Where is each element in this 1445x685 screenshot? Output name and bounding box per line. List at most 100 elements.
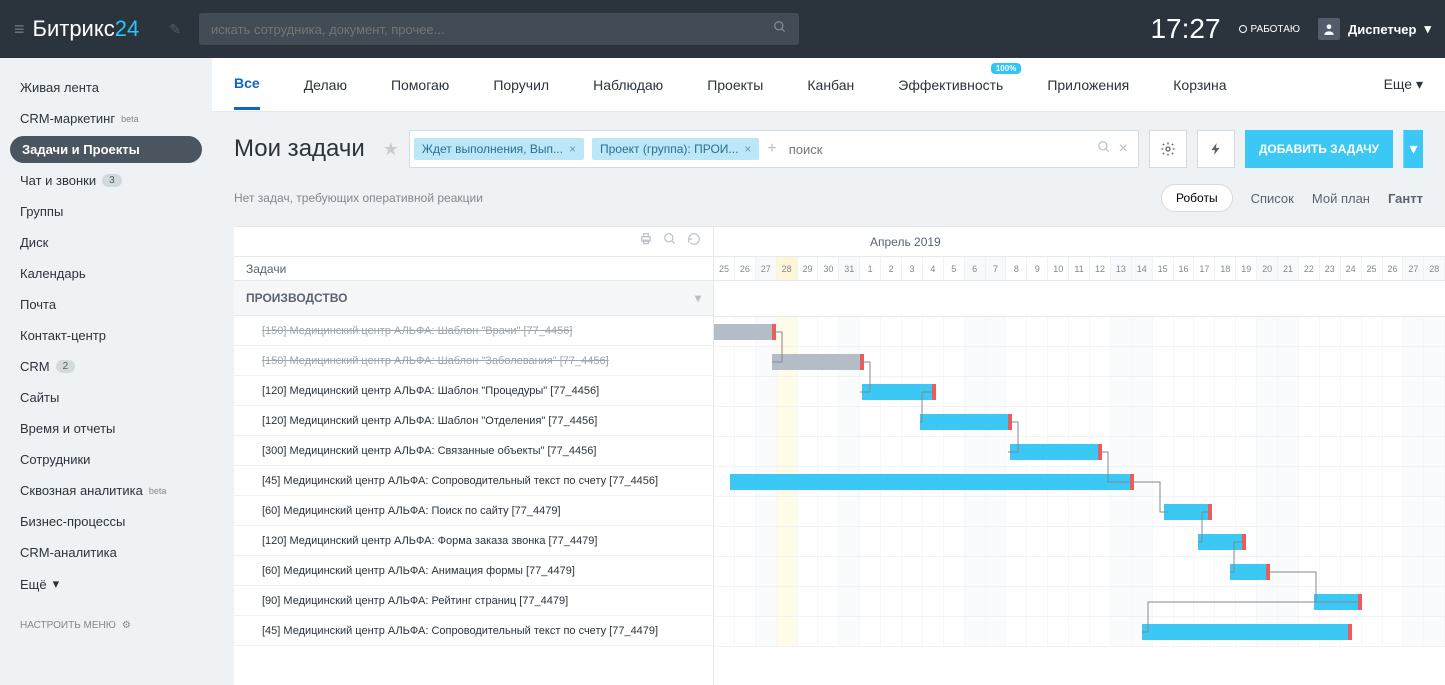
user-menu[interactable]: Диспетчер ▾ (1318, 18, 1431, 40)
gear-button[interactable] (1149, 130, 1187, 168)
task-row[interactable]: [120] Медицинский центр АЛЬФА: Форма зак… (234, 526, 713, 556)
task-row[interactable]: [45] Медицинский центр АЛЬФА: Сопроводит… (234, 466, 713, 496)
task-row[interactable]: [120] Медицинский центр АЛЬФА: Шаблон "О… (234, 406, 713, 436)
sidebar-item[interactable]: Сотрудники (0, 444, 212, 475)
sidebar-item[interactable]: Календарь (0, 258, 212, 289)
sidebar-item[interactable]: Группы (0, 196, 212, 227)
task-row[interactable]: [300] Медицинский центр АЛЬФА: Связанные… (234, 436, 713, 466)
gantt-bar[interactable] (772, 354, 860, 370)
day-cell: 14 (1132, 257, 1153, 280)
pencil-icon[interactable]: ✎ (169, 21, 181, 38)
day-header: 2526272829303112345678910111213141516171… (714, 257, 1445, 281)
bar-deadline-icon (1208, 504, 1212, 520)
day-cell: 3 (902, 257, 923, 280)
topnav-item[interactable]: Корзина (1173, 61, 1226, 109)
star-icon[interactable]: ★ (383, 139, 399, 160)
sidebar-item[interactable]: Диск (0, 227, 212, 258)
sidebar-item[interactable]: CRM-аналитика (0, 537, 212, 568)
topnav-item[interactable]: Эффективность100% (898, 61, 1003, 109)
day-cell: 4 (923, 257, 944, 280)
menu-toggle-icon[interactable]: ≡ (14, 19, 25, 40)
gantt-bar[interactable] (730, 474, 1130, 490)
day-cell: 12 (1090, 257, 1111, 280)
sidebar-item[interactable]: Живая лента (0, 72, 212, 103)
logo[interactable]: Битрикс24 (33, 16, 140, 42)
view-myplan[interactable]: Мой план (1312, 191, 1370, 206)
task-group-header[interactable]: ПРОИЗВОДСТВО▾ (234, 281, 713, 316)
sidebar-item[interactable]: Почта (0, 289, 212, 320)
filter-bar[interactable]: Ждет выполнения, Вып...× Проект (группа)… (409, 130, 1139, 168)
sub-bar: Нет задач, требующих оперативной реакции… (212, 180, 1445, 226)
gantt-bar[interactable] (862, 384, 932, 400)
sidebar-item[interactable]: Время и отчеты (0, 413, 212, 444)
topnav-item[interactable]: Наблюдаю (593, 61, 663, 109)
search-icon[interactable] (773, 20, 787, 39)
global-search[interactable] (199, 13, 799, 45)
sidebar-item[interactable]: Контакт-центр (0, 320, 212, 351)
sidebar-item[interactable]: Задачи и Проекты (10, 136, 202, 163)
gantt-bar[interactable] (1314, 594, 1358, 610)
day-cell: 22 (1299, 257, 1320, 280)
sidebar-item[interactable]: Ещё ▾ (0, 568, 212, 600)
day-cell: 6 (965, 257, 986, 280)
top-header: ≡ Битрикс24 ✎ 17:27 РАБОТАЮ Диспетчер ▾ (0, 0, 1445, 58)
topnav-item[interactable]: Приложения (1047, 61, 1129, 109)
gantt-bar[interactable] (920, 414, 1008, 430)
robots-button[interactable]: Роботы (1161, 184, 1233, 212)
day-cell: 25 (714, 257, 735, 280)
view-gantt[interactable]: Гантт (1388, 191, 1423, 206)
refresh-icon[interactable] (687, 232, 701, 251)
sidebar-item[interactable]: Чат и звонки3 (0, 165, 212, 196)
search-icon[interactable] (1097, 140, 1111, 159)
search-input[interactable] (211, 22, 773, 37)
gantt-bar[interactable] (1230, 564, 1266, 580)
gantt-bar[interactable] (1164, 504, 1208, 520)
task-row[interactable]: [150] Медицинский центр АЛЬФА: Шаблон "З… (234, 346, 713, 376)
topnav-item[interactable]: Канбан (807, 61, 854, 109)
add-filter-icon[interactable]: + (763, 140, 780, 158)
clear-icon[interactable]: × (1119, 140, 1128, 158)
bar-deadline-icon (1358, 594, 1362, 610)
topnav-item[interactable]: Проекты (707, 61, 763, 109)
view-list[interactable]: Список (1251, 191, 1294, 206)
gantt-bar[interactable] (714, 324, 772, 340)
sidebar-item[interactable]: Сквозная аналитикаbeta (0, 475, 212, 506)
filter-chip-project[interactable]: Проект (группа): ПРОИ...× (592, 138, 759, 160)
day-cell: 15 (1153, 257, 1174, 280)
close-icon[interactable]: × (569, 142, 576, 156)
day-cell: 21 (1278, 257, 1299, 280)
filter-chip-status[interactable]: Ждет выполнения, Вып...× (414, 138, 584, 160)
topnav-item[interactable]: Помогаю (391, 61, 449, 109)
print-icon[interactable] (639, 232, 653, 251)
day-cell: 7 (986, 257, 1007, 280)
sidebar-item[interactable]: CRM-маркетингbeta (0, 103, 212, 134)
gantt-bar[interactable] (1142, 624, 1348, 640)
sidebar-item[interactable]: Бизнес-процессы (0, 506, 212, 537)
configure-menu[interactable]: НАСТРОИТЬ МЕНЮ ⚙ (0, 600, 212, 631)
zoom-icon[interactable] (663, 232, 677, 251)
close-icon[interactable]: × (744, 142, 751, 156)
filter-search-input[interactable] (781, 142, 1087, 157)
topnav-item[interactable]: Делаю (304, 61, 347, 109)
topnav-item[interactable]: Поручил (493, 61, 549, 109)
gantt-bar[interactable] (1198, 534, 1242, 550)
add-task-button[interactable]: ДОБАВИТЬ ЗАДАЧУ (1245, 130, 1393, 168)
bar-deadline-icon (1098, 444, 1102, 460)
sidebar-item[interactable]: CRM2 (0, 351, 212, 382)
task-row[interactable]: [45] Медицинский центр АЛЬФА: Сопроводит… (234, 616, 713, 646)
topnav-more[interactable]: Еще ▾ (1384, 60, 1423, 109)
gantt-timeline[interactable]: Апрель 2019 2526272829303112345678910111… (714, 227, 1445, 685)
task-row[interactable]: [90] Медицинский центр АЛЬФА: Рейтинг ст… (234, 586, 713, 616)
bolt-button[interactable] (1197, 130, 1235, 168)
work-status[interactable]: РАБОТАЮ (1239, 24, 1300, 35)
task-row[interactable]: [120] Медицинский центр АЛЬФА: Шаблон "П… (234, 376, 713, 406)
task-row[interactable]: [60] Медицинский центр АЛЬФА: Анимация ф… (234, 556, 713, 586)
task-row[interactable]: [150] Медицинский центр АЛЬФА: Шаблон "В… (234, 316, 713, 346)
header-right: 17:27 РАБОТАЮ Диспетчер ▾ (1150, 13, 1431, 45)
sidebar-item[interactable]: Сайты (0, 382, 212, 413)
status-dot-icon (1239, 25, 1247, 33)
topnav-item[interactable]: Все (234, 59, 260, 110)
add-task-dropdown[interactable]: ▾ (1403, 130, 1423, 168)
task-row[interactable]: [60] Медицинский центр АЛЬФА: Поиск по с… (234, 496, 713, 526)
gantt-bar[interactable] (1010, 444, 1098, 460)
